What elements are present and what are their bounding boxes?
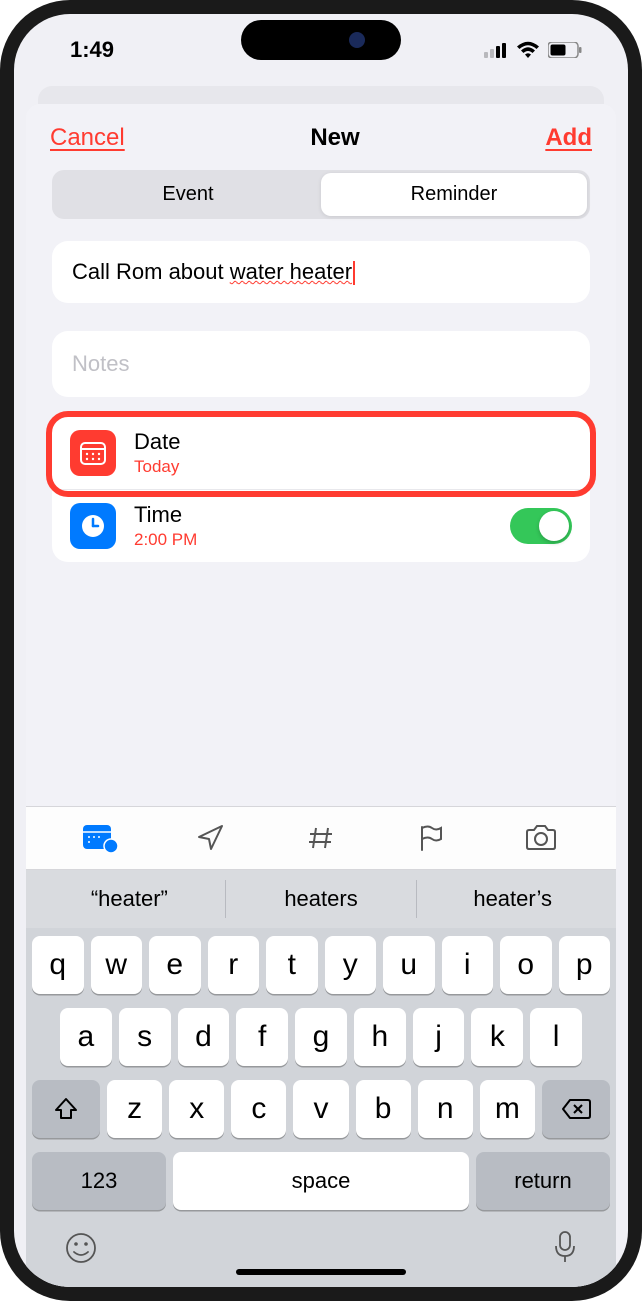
key-q[interactable]: q — [32, 936, 84, 994]
backspace-icon — [561, 1098, 591, 1120]
key-z[interactable]: z — [107, 1080, 162, 1138]
home-indicator[interactable] — [236, 1269, 406, 1275]
location-icon[interactable] — [191, 821, 231, 855]
title-text: Call Rom about water heater — [72, 259, 355, 284]
key-v[interactable]: v — [293, 1080, 348, 1138]
key-e[interactable]: e — [149, 936, 201, 994]
key-g[interactable]: g — [295, 1008, 347, 1066]
mic-icon — [552, 1230, 578, 1266]
key-space[interactable]: space — [173, 1152, 469, 1210]
suggestion-2[interactable]: heaters — [225, 880, 417, 918]
status-indicators — [484, 41, 582, 59]
cellular-icon — [484, 42, 508, 58]
key-k[interactable]: k — [471, 1008, 523, 1066]
key-x[interactable]: x — [169, 1080, 224, 1138]
key-w[interactable]: w — [91, 936, 143, 994]
keyboard-suggestions: “heater” heaters heater’s — [26, 870, 616, 928]
key-y[interactable]: y — [325, 936, 377, 994]
suggestion-1[interactable]: “heater” — [34, 880, 225, 918]
key-o[interactable]: o — [500, 936, 552, 994]
add-button[interactable]: Add — [545, 124, 592, 152]
key-a[interactable]: a — [60, 1008, 112, 1066]
camera-icon[interactable] — [521, 821, 561, 855]
keyboard-bottom — [32, 1224, 610, 1271]
nav-bar: Cancel New Add — [26, 104, 616, 166]
wifi-icon — [516, 41, 540, 59]
calendar-icon — [70, 430, 116, 476]
sheet-background-card — [38, 86, 604, 104]
time-label: Time — [134, 502, 492, 528]
key-return[interactable]: return — [476, 1152, 610, 1210]
key-row-2: a s d f g h j k l — [32, 1008, 610, 1066]
screen: 1:49 Cancel New Add Event Reminder — [14, 14, 628, 1287]
time-value: 2:00 PM — [134, 530, 492, 550]
text-cursor — [353, 261, 355, 285]
new-item-sheet: Cancel New Add Event Reminder Call Rom a… — [26, 104, 616, 1287]
key-row-4: 123 space return — [32, 1152, 610, 1210]
notes-field[interactable]: Notes — [52, 331, 590, 397]
type-segmented-control[interactable]: Event Reminder — [52, 170, 590, 219]
quick-toolbar — [26, 806, 616, 870]
suggestion-3[interactable]: heater’s — [416, 880, 608, 918]
nav-title: New — [310, 124, 359, 152]
key-m[interactable]: m — [480, 1080, 535, 1138]
key-d[interactable]: d — [178, 1008, 230, 1066]
phone-frame: 1:49 Cancel New Add Event Reminder — [0, 0, 642, 1301]
shift-icon — [53, 1096, 79, 1122]
key-n[interactable]: n — [418, 1080, 473, 1138]
tag-icon[interactable] — [301, 821, 341, 855]
segment-event[interactable]: Event — [55, 173, 321, 216]
key-s[interactable]: s — [119, 1008, 171, 1066]
key-h[interactable]: h — [354, 1008, 406, 1066]
status-time: 1:49 — [70, 37, 114, 63]
date-row[interactable]: Date Today — [52, 417, 590, 489]
key-backspace[interactable] — [542, 1080, 610, 1138]
date-value: Today — [134, 457, 572, 477]
flag-icon[interactable] — [411, 821, 451, 855]
key-row-1: q w e r t y u i o p — [32, 936, 610, 994]
key-j[interactable]: j — [413, 1008, 465, 1066]
keyboard: q w e r t y u i o p a s d f g h — [26, 928, 616, 1287]
key-i[interactable]: i — [442, 936, 494, 994]
segment-reminder[interactable]: Reminder — [321, 173, 587, 216]
key-p[interactable]: p — [559, 936, 611, 994]
dynamic-island — [241, 20, 401, 60]
time-switch[interactable] — [510, 508, 572, 544]
emoji-button[interactable] — [64, 1231, 98, 1270]
datetime-section: Date Today Time 2:00 PM — [52, 417, 590, 562]
key-row-3: z x c v b n m — [32, 1080, 610, 1138]
battery-icon — [548, 42, 582, 58]
key-f[interactable]: f — [236, 1008, 288, 1066]
calendar-clock-icon[interactable] — [81, 821, 121, 855]
key-r[interactable]: r — [208, 936, 260, 994]
key-t[interactable]: t — [266, 936, 318, 994]
key-u[interactable]: u — [383, 936, 435, 994]
emoji-icon — [64, 1231, 98, 1265]
title-field[interactable]: Call Rom about water heater — [52, 241, 590, 303]
dictation-button[interactable] — [552, 1230, 578, 1271]
time-row[interactable]: Time 2:00 PM — [52, 489, 590, 562]
key-c[interactable]: c — [231, 1080, 286, 1138]
cancel-button[interactable]: Cancel — [50, 124, 125, 152]
key-b[interactable]: b — [356, 1080, 411, 1138]
notes-placeholder: Notes — [72, 351, 129, 376]
date-label: Date — [134, 429, 572, 455]
clock-icon — [70, 503, 116, 549]
key-numbers[interactable]: 123 — [32, 1152, 166, 1210]
key-shift[interactable] — [32, 1080, 100, 1138]
key-l[interactable]: l — [530, 1008, 582, 1066]
